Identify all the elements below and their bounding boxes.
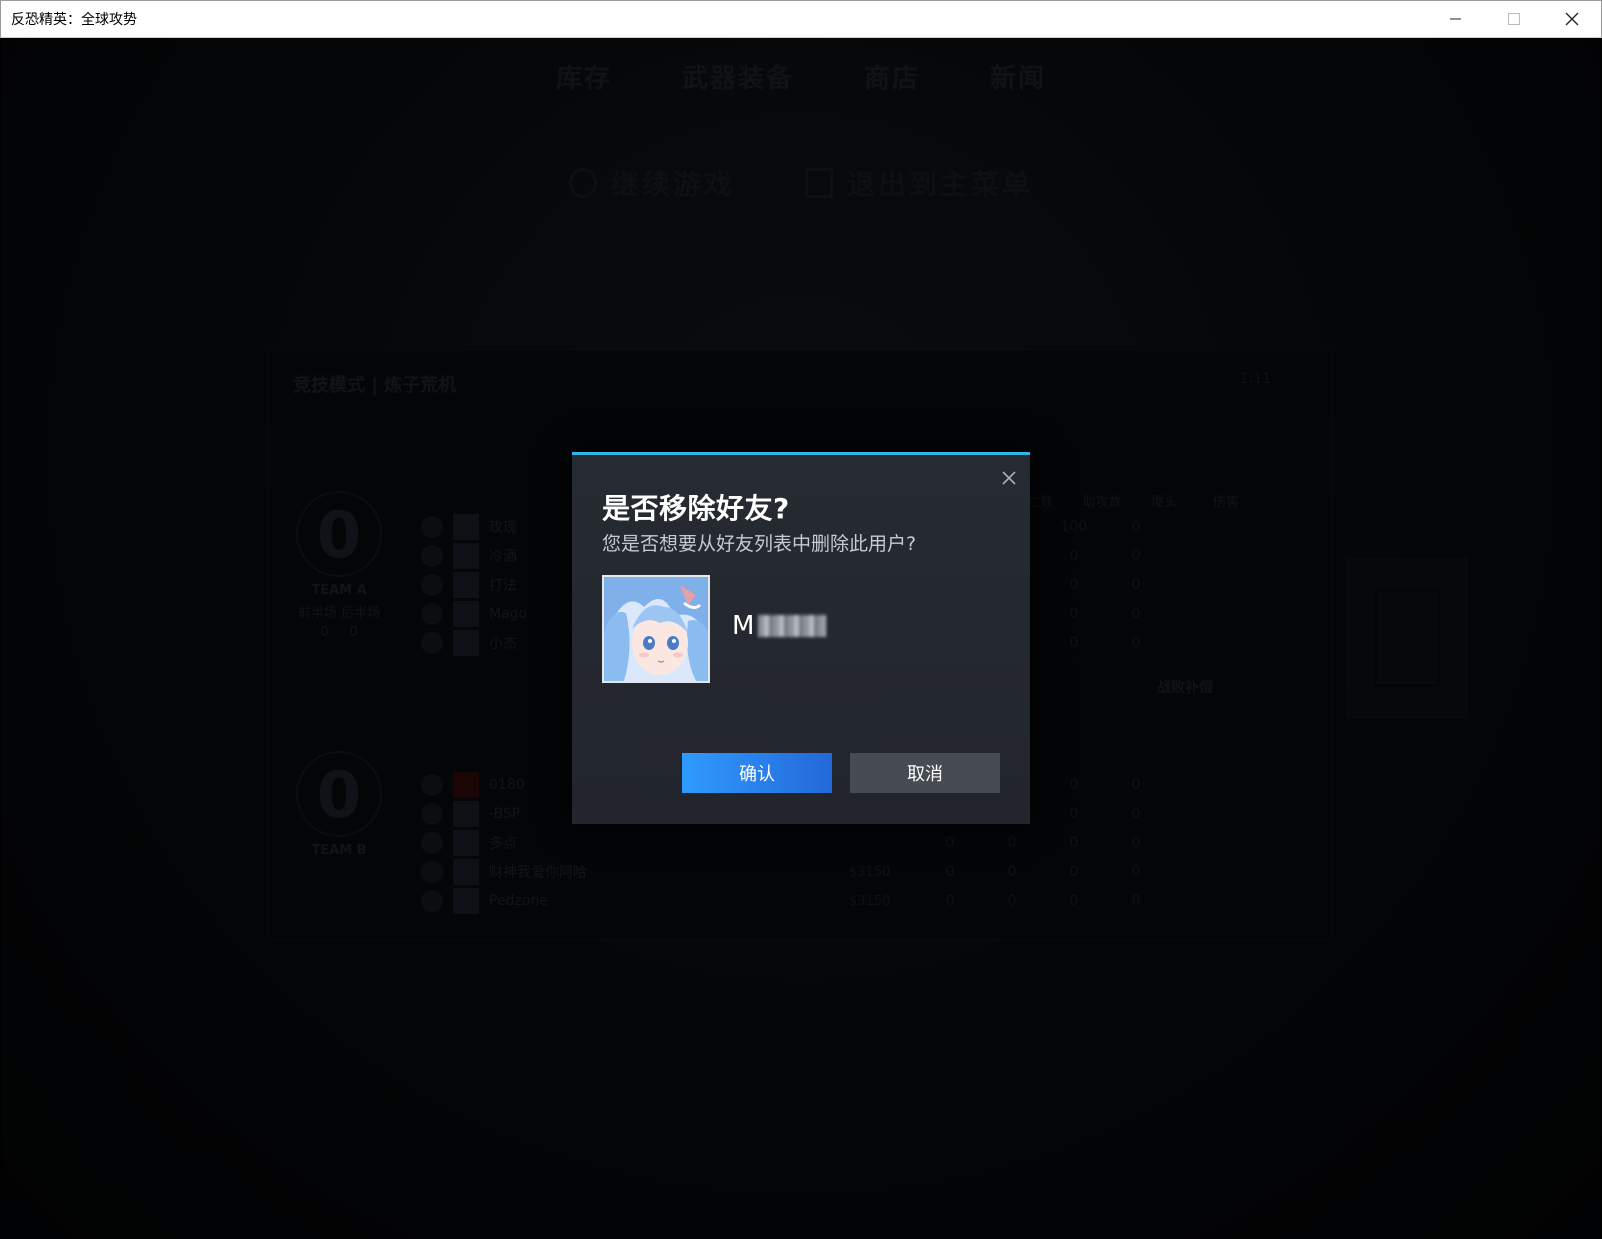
dialog-close-button[interactable] xyxy=(998,467,1020,489)
friend-username: M xyxy=(732,611,827,641)
close-icon xyxy=(1002,471,1016,485)
confirm-button[interactable]: 确认 xyxy=(682,753,832,793)
minimize-icon xyxy=(1450,18,1461,20)
anime-avatar-icon xyxy=(604,577,708,681)
window-close-button[interactable] xyxy=(1543,1,1601,37)
cancel-button[interactable]: 取消 xyxy=(850,753,1000,793)
close-icon xyxy=(1565,12,1579,26)
remove-friend-dialog: 是否移除好友? 您是否想要从好友列表中删除此用户? M 确认 取消 xyxy=(572,452,1030,824)
friend-avatar xyxy=(602,575,710,683)
window-title: 反恐精英：全球攻势 xyxy=(11,12,137,28)
window-titlebar: 反恐精英：全球攻势 xyxy=(0,0,1602,38)
maximize-icon xyxy=(1508,13,1520,25)
username-redacted xyxy=(758,615,827,637)
dialog-title: 是否移除好友? xyxy=(602,492,790,525)
dialog-subtitle: 您是否想要从好友列表中删除此用户? xyxy=(602,533,917,555)
username-text: M xyxy=(732,611,755,641)
minimize-button[interactable] xyxy=(1427,1,1485,37)
maximize-button[interactable] xyxy=(1485,1,1543,37)
